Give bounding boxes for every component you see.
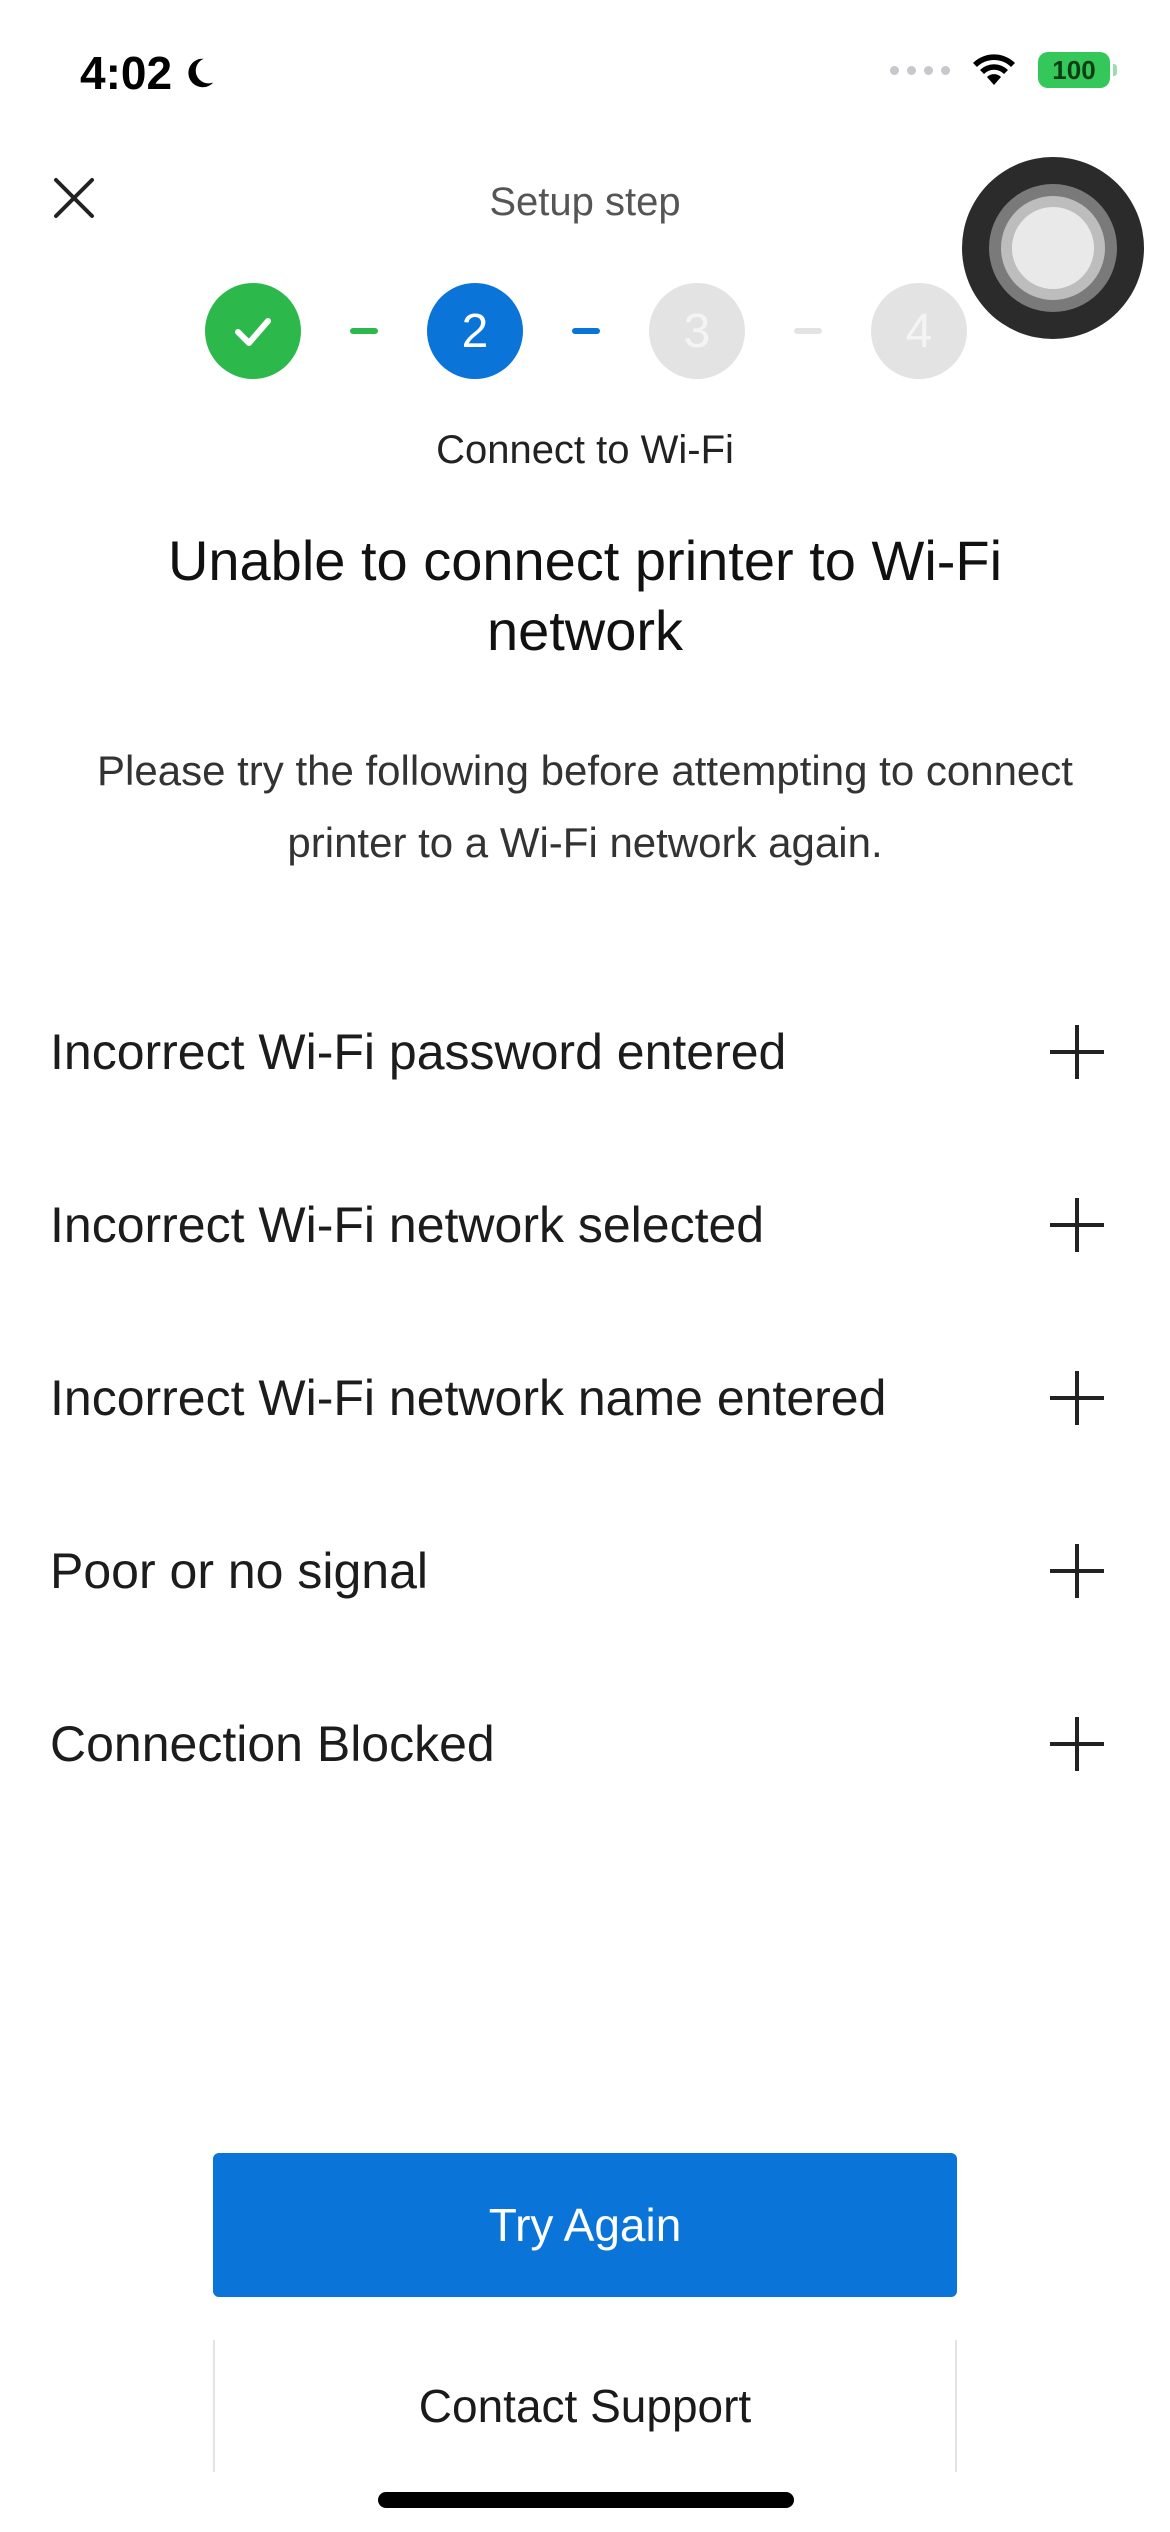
- assistive-touch-button[interactable]: [962, 157, 1144, 339]
- plus-icon: [1050, 1197, 1104, 1252]
- battery-icon: 100: [1038, 52, 1117, 88]
- wifi-icon: [973, 54, 1015, 85]
- issue-label: Incorrect Wi-Fi password entered: [50, 1023, 787, 1080]
- issue-item-wrong-network[interactable]: Incorrect Wi-Fi network selected: [0, 1138, 1170, 1311]
- step-4-pending: 4: [871, 283, 967, 379]
- step-connector: [572, 328, 600, 334]
- contact-support-button[interactable]: Contact Support: [213, 2340, 957, 2472]
- issue-label: Incorrect Wi-Fi network name entered: [50, 1369, 887, 1426]
- troubleshooting-list: Incorrect Wi-Fi password entered Incorre…: [0, 965, 1170, 1830]
- issue-label: Incorrect Wi-Fi network selected: [50, 1196, 765, 1253]
- step-connector: [794, 328, 822, 334]
- status-indicators: 100: [890, 52, 1117, 88]
- page-title: Unable to connect printer to Wi-Fi netwo…: [167, 529, 1003, 662]
- screen: 4:02 100 Setup step 2 3 4 Connect to Wi-…: [0, 0, 1170, 2532]
- status-time: 4:02: [80, 46, 218, 100]
- progress-stepper: 2 3 4: [205, 283, 967, 379]
- step-1-completed: [205, 283, 301, 379]
- step-3-pending: 3: [649, 283, 745, 379]
- plus-icon: [1050, 1370, 1104, 1425]
- try-again-button[interactable]: Try Again: [213, 2153, 957, 2297]
- issue-label: Poor or no signal: [50, 1542, 429, 1599]
- issue-item-wrong-password[interactable]: Incorrect Wi-Fi password entered: [0, 965, 1170, 1138]
- issue-item-wrong-network-name[interactable]: Incorrect Wi-Fi network name entered: [0, 1311, 1170, 1484]
- issue-item-connection-blocked[interactable]: Connection Blocked: [0, 1657, 1170, 1830]
- plus-icon: [1050, 1024, 1104, 1079]
- status-time-text: 4:02: [80, 47, 173, 99]
- issue-item-poor-signal[interactable]: Poor or no signal: [0, 1484, 1170, 1657]
- issue-label: Connection Blocked: [50, 1715, 495, 1772]
- cellular-signal-icon: [890, 65, 950, 75]
- plus-icon: [1050, 1543, 1104, 1598]
- checkmark-icon: [235, 318, 271, 346]
- moon-icon: [188, 58, 214, 88]
- step-caption: Connect to Wi-Fi: [436, 428, 734, 472]
- page-description: Please try the following before attempti…: [97, 747, 1073, 866]
- battery-level: 100: [1052, 54, 1096, 85]
- plus-icon: [1050, 1716, 1104, 1771]
- step-2-active: 2: [427, 283, 523, 379]
- home-indicator[interactable]: [378, 2492, 794, 2508]
- step-connector: [350, 328, 378, 334]
